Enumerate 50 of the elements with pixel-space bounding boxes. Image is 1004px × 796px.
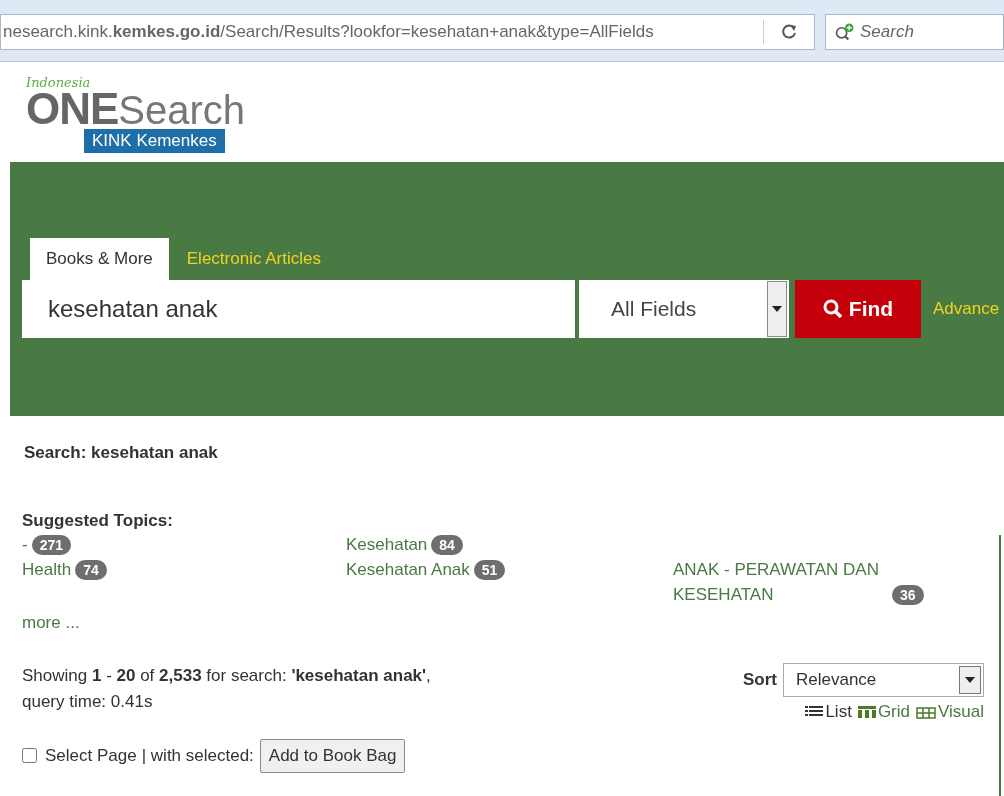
add-to-book-bag-button[interactable]: Add to Book Bag (259, 738, 406, 773)
search-tab[interactable]: Books & More (30, 238, 169, 280)
advanced-search-link[interactable]: Advance (933, 296, 1000, 322)
search-input[interactable]: Search (860, 19, 1003, 45)
search-query-field[interactable]: kesehatan anak (22, 280, 575, 338)
view-option[interactable]: Visual (916, 699, 984, 725)
count-badge: 271 (31, 534, 72, 555)
topic-link[interactable]: ANAK - PERAWATAN DAN KESEHATAN (673, 556, 888, 607)
dropdown-toggle[interactable] (959, 666, 981, 694)
topic-link[interactable]: Kesehatan (346, 531, 428, 557)
more-link[interactable]: more ... (22, 609, 984, 635)
sort-value: Relevance (795, 669, 878, 692)
search-tab[interactable]: Electronic Articles (168, 238, 339, 280)
address-bar[interactable]: nesearch.kink.kemkes.go.id/Search/Results?lookfor=kesehatan+anak&type=AllFields (0, 14, 815, 50)
topic-link[interactable]: Health (22, 556, 72, 582)
suggested-topics-title: Suggested Topics: (22, 509, 174, 532)
logo-tagline: Indonesia (26, 76, 92, 90)
search-field[interactable]: Search (825, 14, 1004, 50)
count-badge: 51 (473, 559, 506, 580)
count-badge: 36 (892, 584, 924, 605)
dropdown-value: All Fields (610, 296, 698, 323)
count-badge: 74 (75, 559, 107, 580)
view-option[interactable]: List (805, 699, 852, 725)
sort-dropdown[interactable]: Relevance (783, 663, 984, 697)
grid-icon (857, 705, 876, 718)
count-badge: 84 (431, 534, 463, 555)
with-selected-label: | with selected: (141, 744, 254, 767)
select-page-label: Select Page (45, 744, 137, 767)
logo-badge: KINK Kemenkes (84, 129, 225, 153)
select-page-checkbox[interactable] (22, 748, 37, 763)
film-icon (916, 704, 936, 719)
search-icon (822, 299, 843, 319)
logo-wordmark: ONE (26, 90, 119, 128)
search-heading: Search: kesehatan anak (23, 442, 219, 464)
results-summary: Showing 1 - 20 of 2,533 for search: 'kesehatan anak', (22, 665, 431, 687)
view-option[interactable]: Grid (857, 699, 910, 725)
caret-icon (965, 677, 975, 683)
url-text: nesearch.kink.kemkes.go.id/Search/Results?lookfor=kesehatan+anak&type=AllFields (2, 21, 655, 44)
caret-icon (772, 306, 782, 312)
search-icon (834, 21, 856, 43)
sort-label: Sort (743, 669, 777, 692)
topic-link[interactable]: Kesehatan Anak (346, 556, 470, 582)
reload-icon[interactable] (780, 23, 798, 41)
list-icon (805, 704, 824, 719)
field-type-dropdown[interactable]: All Fields (579, 280, 789, 338)
find-button[interactable]: Find (795, 280, 921, 338)
topic-link[interactable]: - (22, 531, 28, 557)
dropdown-toggle[interactable] (767, 281, 787, 337)
logo-wordmark-light: Search (118, 91, 246, 129)
query-time: query time: 0.41s (22, 691, 154, 713)
